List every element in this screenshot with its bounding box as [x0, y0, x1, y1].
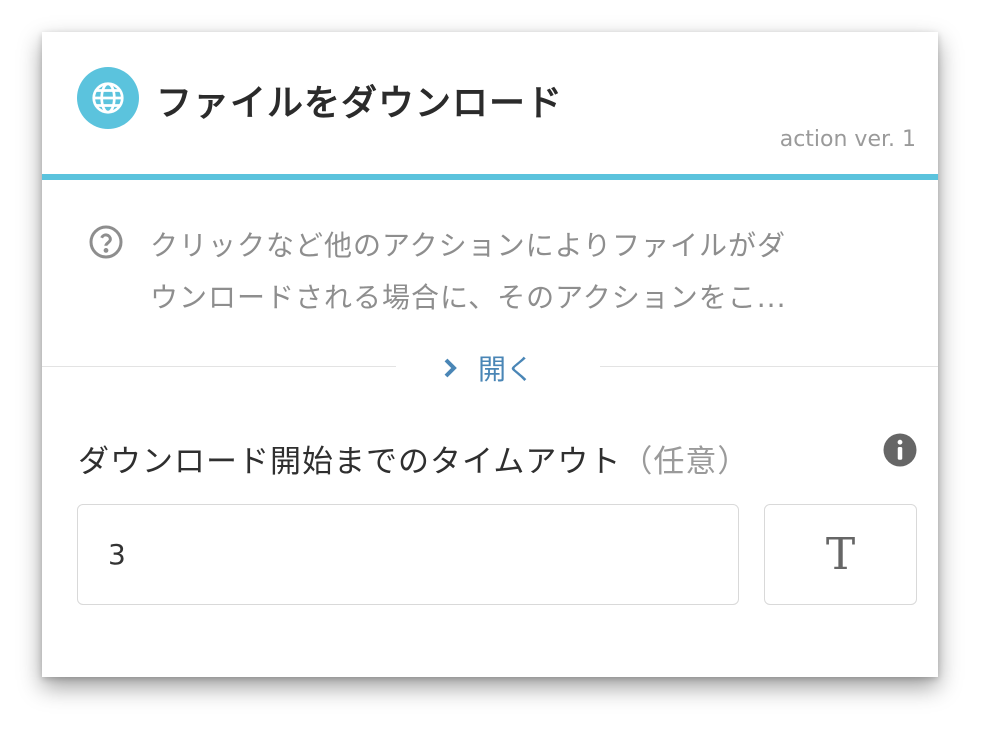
timeout-label-text: ダウンロード開始までのタイムアウト	[78, 444, 622, 480]
timeout-field-label: ダウンロード開始までのタイムアウト（任意）	[78, 436, 749, 481]
expand-label: 開く	[478, 353, 535, 386]
optional-marker: （任意）	[621, 444, 750, 480]
info-icon[interactable]	[882, 432, 918, 468]
globe-icon	[77, 67, 139, 129]
text-type-label: T	[825, 529, 856, 580]
card-header: ファイルをダウンロード action ver. 1	[42, 32, 938, 174]
timeout-input[interactable]	[77, 504, 739, 605]
expand-description-button[interactable]: 開く	[440, 348, 534, 388]
chevron-right-icon	[444, 358, 457, 378]
action-title: ファイルをダウンロード	[156, 83, 564, 124]
action-version: action ver. 1	[779, 127, 916, 152]
divider-line-right	[600, 366, 938, 367]
header-divider	[42, 174, 938, 180]
description-text: クリックなど他のアクションによりファイルがダ ウンロードされる場合に、そのアクシ…	[150, 220, 910, 324]
divider-line-left	[42, 366, 396, 367]
description-line-1: クリックなど他のアクションによりファイルがダ	[150, 229, 787, 262]
action-card: ファイルをダウンロード action ver. 1 クリックなど他のアクションに…	[42, 32, 938, 677]
description-line-2: ウンロードされる場合に、そのアクションをこ...	[150, 281, 787, 314]
text-type-toggle-button[interactable]: T	[764, 504, 917, 605]
help-circle-icon	[89, 225, 123, 259]
